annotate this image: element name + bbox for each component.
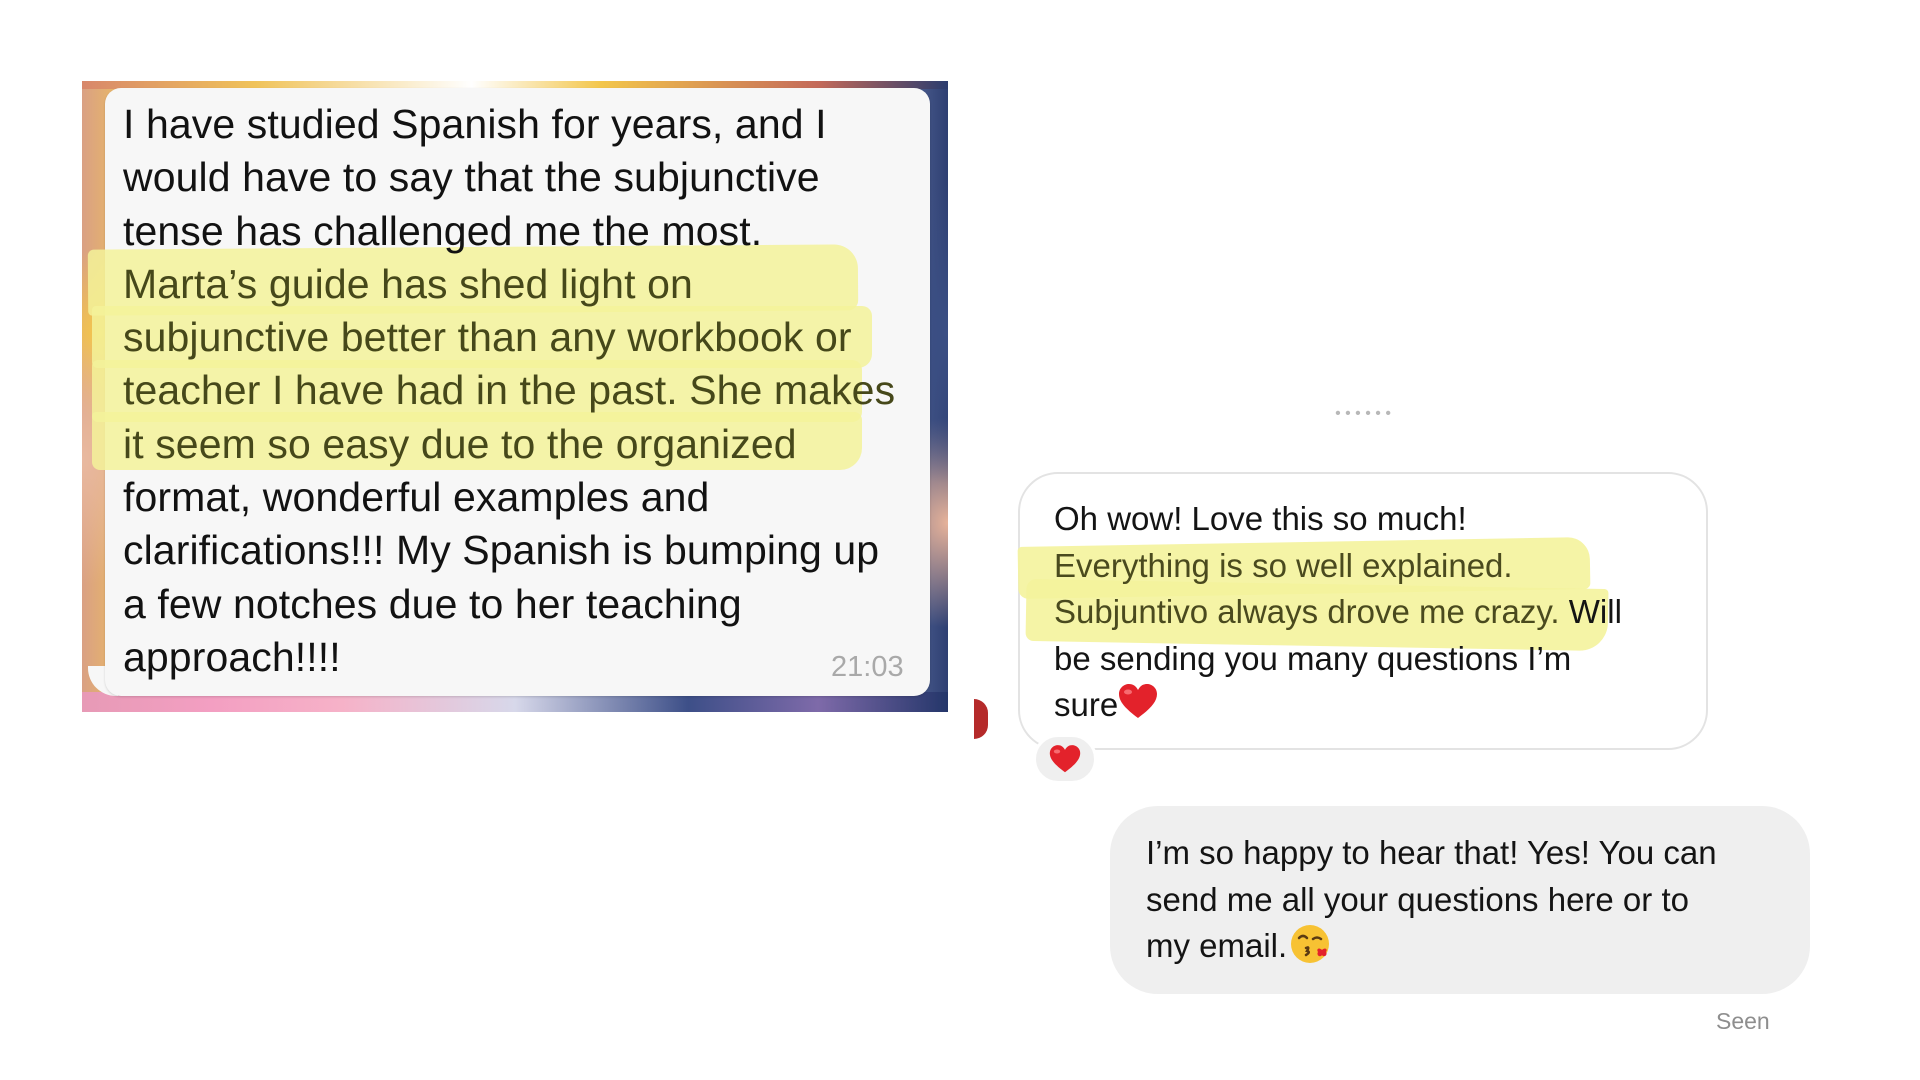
sent-line: I’m so happy to hear that! Yes! You can	[1146, 834, 1717, 871]
cropped-avatar-edge	[974, 699, 988, 739]
sent-line: my email.	[1146, 927, 1288, 964]
message-line: clarifications!!! My Spanish is bumping …	[123, 527, 880, 574]
received-line: be sending you many questions I’m	[1054, 639, 1572, 677]
message-line: format, wonderful examples and	[123, 474, 710, 521]
received-message-text: Oh wow! Love this so much! Everything is…	[1054, 496, 1694, 729]
message-line-highlighted: subjunctive better than any workbook or	[123, 314, 852, 361]
face-blowing-kiss-icon	[1289, 923, 1331, 965]
seen-status: Seen	[1716, 1008, 1770, 1034]
received-line: Oh wow! Love this so much!	[1054, 500, 1467, 537]
received-line-highlighted: Everything is so well explained.	[1054, 546, 1513, 584]
received-line-highlighted: Subjuntivo always drove me crazy.	[1054, 593, 1560, 630]
message-line: tense has challenged me the most.	[123, 207, 763, 254]
message-line: I have studied Spanish for years, and I	[123, 101, 827, 147]
reaction-badge[interactable]	[1033, 734, 1097, 784]
cropped-timestamp: • • • • • •	[1335, 410, 1391, 422]
sent-line: send me all your questions here or to	[1146, 880, 1689, 918]
message-line-highlighted: teacher I have had in the past. She make…	[123, 367, 896, 414]
sent-message-text: I’m so happy to hear that! Yes! You can …	[1146, 830, 1786, 970]
message-line: a few notches due to her teaching	[123, 580, 742, 627]
message-line: approach!!!!	[123, 633, 341, 680]
red-heart-icon	[1118, 684, 1158, 720]
message-line: would have to say that the subjunctive	[123, 154, 820, 201]
whatsapp-message-text: I have studied Spanish for years, and I …	[123, 98, 923, 684]
message-line-highlighted: Marta’s guide has shed light on	[123, 260, 693, 307]
received-line: Will	[1559, 593, 1622, 630]
message-line-highlighted: it seem so easy due to the organized	[123, 420, 797, 467]
received-line: sure	[1054, 686, 1119, 723]
red-heart-icon	[1049, 744, 1081, 774]
message-timestamp: 21:03	[831, 651, 904, 683]
